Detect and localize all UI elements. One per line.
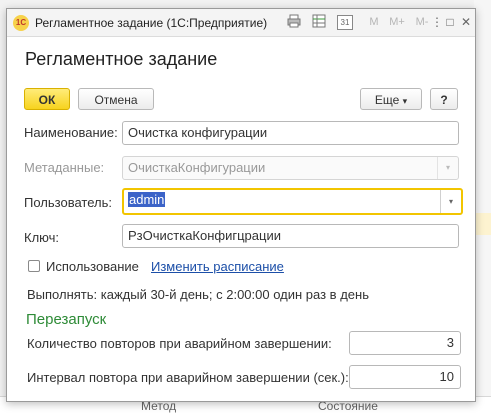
- key-field[interactable]: РзОчисткаКонфигцрации: [122, 224, 459, 248]
- m-button[interactable]: M: [367, 14, 381, 30]
- calendar-icon[interactable]: 31: [337, 15, 353, 30]
- user-dropdown-button[interactable]: ▾: [440, 190, 461, 213]
- m-minus-button[interactable]: M-: [413, 14, 431, 30]
- usage-checkbox[interactable]: [28, 260, 40, 272]
- form-title: Регламентное задание: [25, 49, 218, 69]
- cancel-button[interactable]: Отмена: [78, 88, 154, 110]
- name-label: Наименование:: [24, 125, 118, 140]
- retry-count-label: Количество повторов при аварийном заверш…: [27, 336, 332, 351]
- restart-section-title: Перезапуск: [26, 311, 107, 328]
- close-icon[interactable]: ✕: [459, 14, 473, 30]
- table-icon[interactable]: [312, 14, 326, 30]
- user-field[interactable]: admin ▾: [122, 188, 463, 215]
- dialog-window: 1C Регламентное задание (1С:Предприятие)…: [6, 8, 476, 402]
- name-field[interactable]: Очистка конфигурации: [122, 121, 459, 145]
- retry-interval-field[interactable]: 10: [349, 365, 461, 389]
- retry-interval-label: Интервал повтора при аварийном завершени…: [27, 370, 349, 385]
- help-button[interactable]: ?: [430, 88, 458, 110]
- change-schedule-link[interactable]: Изменить расписание: [151, 259, 284, 274]
- chevron-down-icon: ▾: [437, 157, 458, 179]
- print-icon[interactable]: [287, 14, 301, 30]
- more-button[interactable]: Еще ▾: [360, 88, 422, 110]
- user-label: Пользователь:: [24, 195, 112, 210]
- retry-count-field[interactable]: 3: [349, 331, 461, 355]
- chevron-down-icon: ▾: [402, 96, 408, 106]
- background-list-edge: [474, 0, 491, 413]
- user-value: admin: [128, 192, 166, 207]
- metadata-label: Метаданные:: [24, 160, 105, 175]
- more-button-label: Еще: [374, 93, 400, 107]
- background-selected-row: [474, 213, 491, 235]
- m-plus-button[interactable]: M+: [387, 14, 407, 30]
- title-bar[interactable]: 1C Регламентное задание (1С:Предприятие)…: [7, 9, 475, 37]
- metadata-field: ОчисткаКонфигурации ▾: [122, 156, 459, 180]
- window-title: Регламентное задание (1С:Предприятие): [35, 16, 268, 30]
- app-logo-icon: 1C: [13, 15, 29, 31]
- key-label: Ключ:: [24, 230, 60, 245]
- ok-button[interactable]: ОК: [24, 88, 70, 110]
- schedule-description: Выполнять: каждый 30-й день; с 2:00:00 о…: [27, 287, 369, 302]
- metadata-value: ОчисткаКонфигурации: [128, 160, 266, 175]
- restore-icon[interactable]: □: [443, 14, 457, 30]
- more-icon[interactable]: ⋮: [431, 14, 443, 30]
- usage-label[interactable]: Использование: [46, 259, 139, 274]
